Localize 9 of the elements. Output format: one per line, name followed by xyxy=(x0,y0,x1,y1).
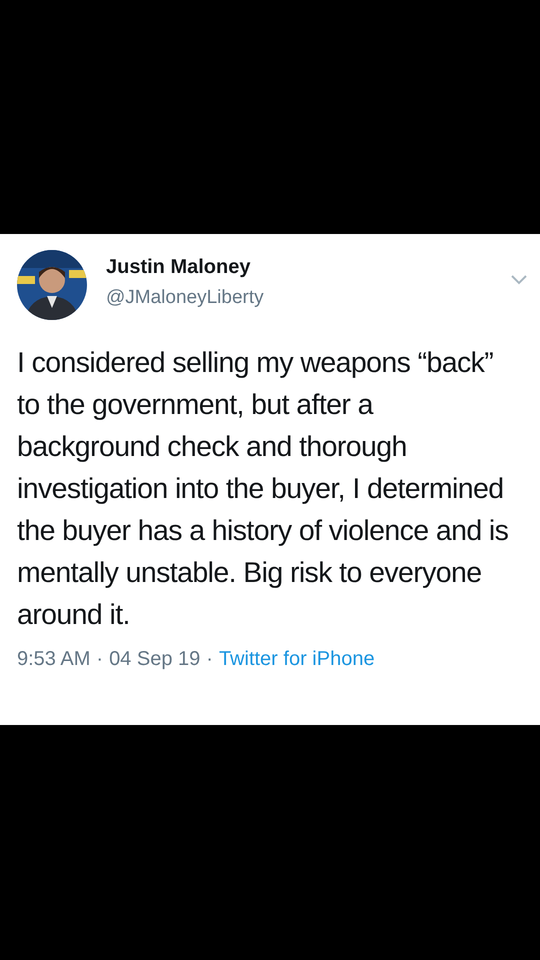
separator: · xyxy=(206,648,213,671)
tweet-text: I considered selling my weapons “back” to the government, but after a background check and thorough investigation into the buyer, I determined the buyer has a history of violence and is mentally unstable. Big risk to everyone around it. xyxy=(17,346,510,633)
chevron-down-icon[interactable] xyxy=(510,274,528,286)
timestamp: 9:53 AM xyxy=(17,648,90,671)
timestamp: 04 Sep 19 xyxy=(109,648,200,671)
source-link[interactable]: Twitter for iPhone xyxy=(218,648,375,671)
author-name: Justin Maloney xyxy=(106,256,252,279)
separator: · xyxy=(96,648,104,671)
author-handle: @JMaloneyLiberty xyxy=(106,287,265,309)
